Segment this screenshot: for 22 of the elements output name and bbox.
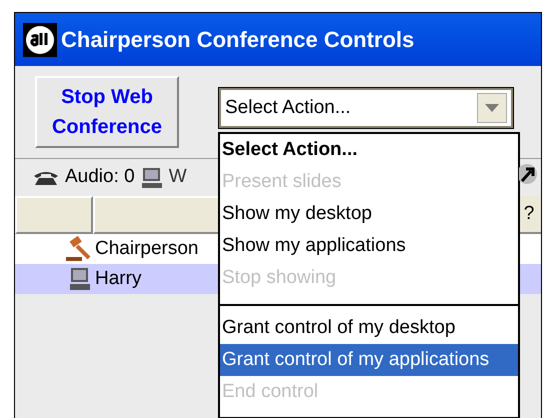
action-select[interactable]: Select Action... <box>219 88 513 128</box>
menu-item[interactable]: Show my desktop <box>220 198 518 230</box>
computer-icon <box>69 267 91 291</box>
menu-item[interactable]: Show my applications <box>220 230 518 262</box>
participant-name: Harry <box>94 266 142 291</box>
audio-count: Audio: 0 <box>65 165 135 190</box>
menu-heading[interactable]: Select Action... <box>220 134 518 166</box>
app-logo <box>23 22 57 56</box>
column-header[interactable] <box>15 196 93 234</box>
arrow-icon[interactable] <box>519 163 539 185</box>
menu-item: Present slides <box>221 170 342 194</box>
menu-item: Stop showing <box>221 266 338 290</box>
telephone-icon <box>33 170 59 186</box>
menu-item[interactable]: Grant control of my desktop <box>220 312 518 344</box>
menu-item[interactable]: Grant control of my applications <box>220 344 518 376</box>
gavel-icon <box>65 236 91 262</box>
computer-icon <box>140 166 163 188</box>
web-count: W <box>168 165 187 190</box>
participant-name: Chairperson <box>94 236 198 261</box>
menu-item: End control <box>221 380 320 404</box>
window-title: Chairperson Conference Controls <box>61 26 414 54</box>
stop-web-conference-button[interactable]: Stop Web Conference <box>35 76 179 148</box>
